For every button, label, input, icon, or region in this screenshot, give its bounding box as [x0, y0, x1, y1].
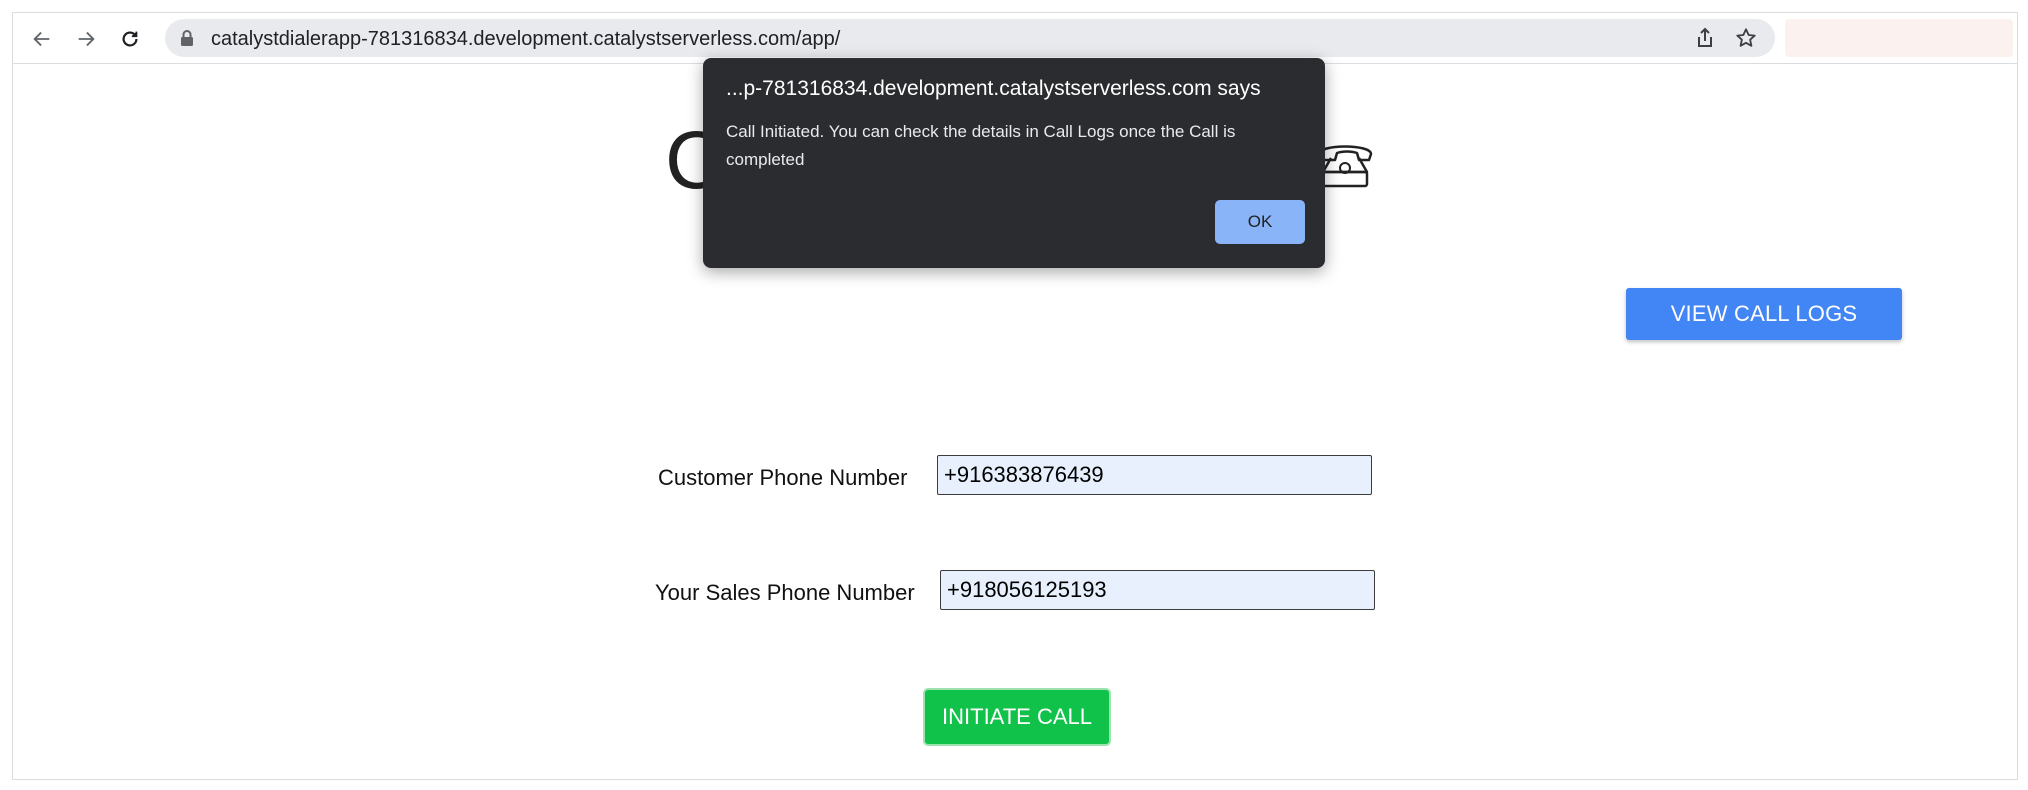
browser-window: catalystdialerapp-781316834.development.… [12, 12, 2018, 780]
reload-button[interactable] [115, 24, 145, 54]
initiate-call-button[interactable]: INITIATE CALL [923, 688, 1111, 746]
browser-toolbar: catalystdialerapp-781316834.development.… [13, 13, 2017, 64]
dialog-title: ...p-781316834.development.catalystserve… [726, 77, 1261, 100]
forward-button[interactable] [71, 24, 101, 54]
dialog-ok-button[interactable]: OK [1215, 200, 1305, 244]
sales-phone-input[interactable] [940, 570, 1375, 610]
toolbar-extension-area [1785, 19, 2013, 57]
view-call-logs-button[interactable]: VIEW CALL LOGS [1626, 288, 1902, 340]
address-bar[interactable]: catalystdialerapp-781316834.development.… [165, 19, 1775, 57]
customer-phone-label: Customer Phone Number [658, 465, 908, 490]
sales-phone-label: Your Sales Phone Number [655, 580, 915, 605]
back-button[interactable] [27, 24, 57, 54]
dialog-message: Call Initiated. You can check the detail… [726, 122, 1236, 169]
share-icon[interactable] [1695, 27, 1715, 49]
lock-icon[interactable] [179, 29, 195, 47]
bookmark-star-icon[interactable] [1735, 27, 1757, 49]
alert-dialog: ...p-781316834.development.catalystserve… [703, 58, 1325, 268]
customer-phone-input[interactable] [937, 455, 1372, 495]
reload-icon [122, 31, 138, 47]
forward-arrow-icon [78, 31, 95, 47]
url-text[interactable]: catalystdialerapp-781316834.development.… [211, 28, 840, 51]
back-arrow-icon [33, 31, 50, 47]
